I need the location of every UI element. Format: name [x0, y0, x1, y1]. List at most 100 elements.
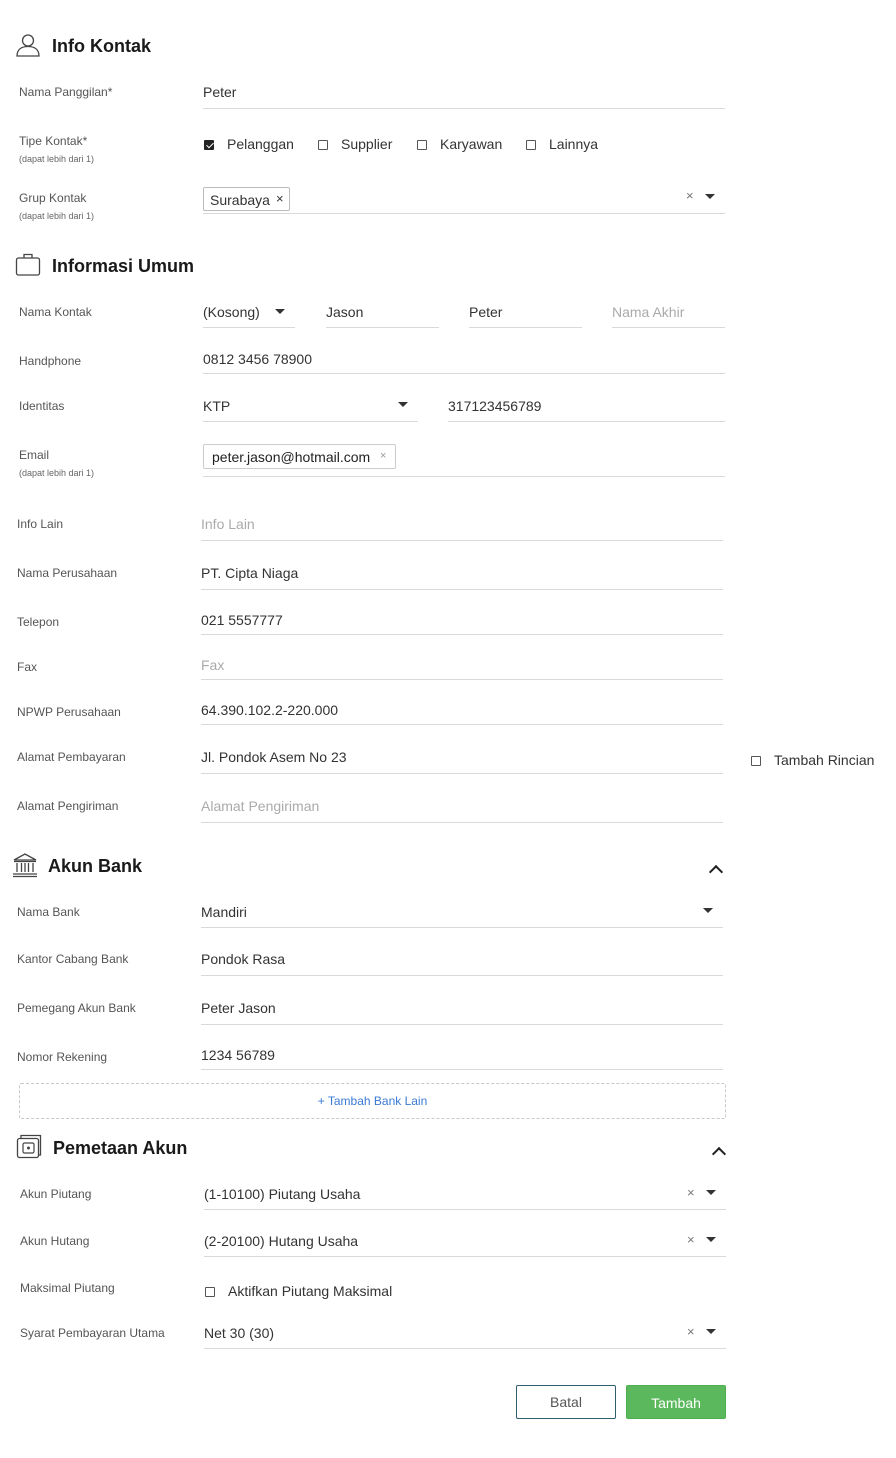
submit-button[interactable]: Tambah [626, 1385, 726, 1419]
syarat-pembayaran-select[interactable]: Net 30 (30) [204, 1325, 274, 1341]
label-kantor-cabang: Kantor Cabang Bank [17, 952, 129, 966]
kantor-cabang-underline [201, 975, 723, 976]
section-title-akun-bank: Akun Bank [48, 856, 143, 876]
checkbox-karyawan[interactable] [417, 140, 427, 150]
salutation-select[interactable]: (Kosong) [203, 304, 260, 320]
fax-input[interactable]: Fax [201, 657, 224, 673]
identitas-type-select[interactable]: KTP [203, 398, 230, 414]
checkbox-pelanggan[interactable] [204, 140, 214, 150]
nama-bank-underline [201, 927, 723, 928]
akun-hutang-select[interactable]: (2-20100) Hutang Usaha [204, 1233, 358, 1249]
label-pelanggan: Pelanggan [227, 136, 294, 152]
nama-bank-dropdown-icon[interactable] [703, 908, 713, 913]
label-telepon: Telepon [17, 615, 60, 629]
clear-grup-icon[interactable]: × [686, 188, 694, 203]
akun-piutang-underline [204, 1209, 726, 1210]
syarat-dropdown-icon[interactable] [706, 1329, 716, 1334]
section-title-informasi-umum: Informasi Umum [52, 256, 195, 276]
nama-panggilan-input[interactable]: Peter [203, 84, 236, 100]
label-aktifkan-piutang: Aktifkan Piutang Maksimal [228, 1283, 393, 1299]
tag-email: peter.jason@hotmail.com × [203, 444, 396, 469]
label-tambah-rincian: Tambah Rincian [774, 752, 875, 768]
akun-hutang-underline [204, 1256, 726, 1257]
identitas-dropdown-icon[interactable] [398, 402, 408, 407]
nama-perusahaan-input[interactable]: PT. Cipta Niaga [201, 565, 298, 581]
label-supplier: Supplier [341, 136, 393, 152]
collapse-pemetaan-akun-icon[interactable] [711, 1146, 727, 1162]
label-nama-panggilan: Nama Panggilan* [19, 85, 113, 99]
email-underline [203, 476, 725, 477]
alamat-pembayaran-underline [201, 773, 723, 774]
label-alamat-pengiriman: Alamat Pengiriman [17, 799, 119, 813]
section-title-info-kontak: Info Kontak [52, 36, 151, 56]
label-nama-perusahaan: Nama Perusahaan [17, 566, 118, 580]
add-bank-button[interactable]: + Tambah Bank Lain [19, 1083, 726, 1119]
nomor-rekening-input[interactable]: 1234 56789 [201, 1047, 275, 1063]
clear-akun-hutang-icon[interactable]: × [687, 1232, 695, 1247]
tag-email-remove-icon[interactable]: × [380, 450, 386, 462]
nama-perusahaan-underline [201, 589, 723, 590]
alamat-pengiriman-input[interactable]: Alamat Pengiriman [201, 798, 319, 814]
first-name-input[interactable]: Jason [326, 304, 363, 320]
label-nomor-rekening: Nomor Rekening [17, 1050, 108, 1064]
clear-syarat-icon[interactable]: × [687, 1324, 695, 1339]
last-name-input[interactable]: Nama Akhir [612, 304, 684, 320]
info-lain-input[interactable]: Info Lain [201, 516, 255, 532]
label-syarat-pembayaran: Syarat Pembayaran Utama [20, 1326, 165, 1340]
label-nama-bank: Nama Bank [17, 905, 80, 919]
handphone-input[interactable]: 0812 3456 78900 [203, 351, 312, 367]
label-alamat-pembayaran: Alamat Pembayaran [17, 750, 126, 764]
akun-hutang-dropdown-icon[interactable] [706, 1237, 716, 1242]
identitas-type-underline [203, 421, 418, 422]
nama-panggilan-underline [203, 108, 725, 109]
label-npwp: NPWP Perusahaan [17, 705, 121, 719]
pemegang-input[interactable]: Peter Jason [201, 1000, 276, 1016]
identitas-number-underline [448, 421, 725, 422]
label-grup-kontak: Grup Kontak [19, 191, 87, 205]
handphone-underline [203, 373, 725, 374]
checkbox-supplier[interactable] [318, 140, 328, 150]
grup-dropdown-icon[interactable] [705, 194, 715, 199]
middle-name-input[interactable]: Peter [469, 304, 502, 320]
salutation-dropdown-icon[interactable] [275, 309, 285, 314]
salutation-underline [203, 327, 295, 328]
first-name-underline [326, 327, 439, 328]
tag-remove-icon[interactable]: × [276, 191, 284, 206]
fax-underline [201, 679, 723, 680]
briefcase-icon [15, 253, 41, 276]
identitas-number-input[interactable]: 317123456789 [448, 398, 541, 414]
grup-underline [203, 213, 725, 214]
label-akun-hutang: Akun Hutang [20, 1234, 90, 1248]
label-info-lain: Info Lain [17, 517, 64, 531]
npwp-underline [201, 724, 723, 725]
cancel-button[interactable]: Batal [516, 1385, 616, 1419]
checkbox-tambah-rincian[interactable] [751, 756, 761, 766]
nama-bank-select[interactable]: Mandiri [201, 904, 247, 920]
alamat-pengiriman-underline [201, 822, 723, 823]
label-tipe-kontak: Tipe Kontak* [19, 134, 88, 148]
person-icon [16, 34, 40, 57]
label-identitas: Identitas [19, 399, 65, 413]
label-maksimal-piutang: Maksimal Piutang [20, 1281, 115, 1295]
email-hint: (dapat lebih dari 1) [19, 468, 95, 478]
npwp-input[interactable]: 64.390.102.2-220.000 [201, 702, 338, 718]
telepon-input[interactable]: 021 5557777 [201, 612, 283, 628]
checkbox-aktifkan-piutang[interactable] [205, 1287, 215, 1297]
wallet-icon [16, 1134, 42, 1159]
label-akun-piutang: Akun Piutang [20, 1187, 92, 1201]
pemegang-underline [201, 1024, 723, 1025]
syarat-underline [204, 1348, 726, 1349]
checkbox-lainnya[interactable] [526, 140, 536, 150]
akun-piutang-dropdown-icon[interactable] [706, 1190, 716, 1195]
label-fax: Fax [17, 660, 38, 674]
akun-piutang-select[interactable]: (1-10100) Piutang Usaha [204, 1186, 360, 1202]
alamat-pembayaran-input[interactable]: Jl. Pondok Asem No 23 [201, 749, 347, 765]
clear-akun-piutang-icon[interactable]: × [687, 1185, 695, 1200]
last-name-underline [612, 327, 725, 328]
kantor-cabang-input[interactable]: Pondok Rasa [201, 951, 285, 967]
tipe-kontak-hint: (dapat lebih dari 1) [19, 154, 95, 164]
nomor-rekening-underline [201, 1069, 723, 1070]
bank-icon [13, 853, 37, 878]
tag-surabaya: Surabaya × [203, 187, 290, 211]
collapse-akun-bank-icon[interactable] [708, 864, 724, 880]
